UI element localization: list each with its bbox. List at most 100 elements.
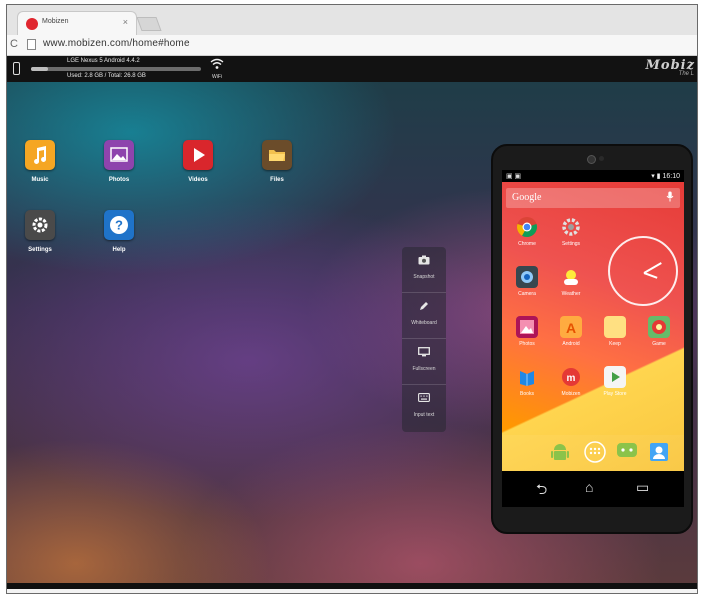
fullscreen-button[interactable]: Fullscreen [402,339,446,385]
storage-bar-fill [31,67,48,71]
whiteboard-button[interactable]: Whiteboard [402,293,446,339]
google-search-bar[interactable]: Google [506,188,680,208]
play-store-icon [604,366,626,388]
phone-app-label: Game [652,341,666,347]
phone-sensor [599,156,604,161]
status-left: ▣ ▣ [506,173,522,180]
phone-app-camera[interactable]: Camera [507,266,547,297]
phone-status-bar: ▣ ▣ ▾ ▮ 16:10 [502,170,684,182]
chrome-icon [516,216,538,238]
phone-app-label: Photos [519,341,535,347]
input-text-button[interactable]: Input text [402,385,446,431]
phone-app-label: Chrome [518,241,536,247]
phone-app-play-store[interactable]: Play Store [595,366,635,397]
phone-app-label: Play Store [603,391,627,397]
settings-icon [25,210,55,240]
phone-app-label: Mobizen [561,391,581,397]
phone-app-label: Camera [518,291,536,297]
mic-icon[interactable] [666,191,674,205]
tool-label: Fullscreen [412,366,436,372]
app-label: Photos [108,177,130,183]
phone-app-label: Keep [609,341,621,347]
app-label: Help [112,247,126,253]
phone-dock [502,435,684,471]
android-a-icon: A [560,316,582,338]
app-label: Videos [188,177,208,183]
videos-icon [183,140,213,170]
books-icon [516,366,538,388]
phone-app-game[interactable]: Game [639,316,679,347]
mobizen-favicon-icon [26,18,38,30]
mobizen-icon: m [560,366,582,388]
reload-icon[interactable]: C [10,38,18,50]
files-icon [262,140,292,170]
desktop-app-photos[interactable]: Photos [96,140,142,183]
new-tab-button[interactable] [136,17,162,31]
address-bar: C www.mobizen.com/home#home [7,35,697,56]
phone-app-settings[interactable]: Settings [551,216,591,247]
keyboard-icon [402,393,446,407]
desktop-app-settings[interactable]: Settings [17,210,63,253]
svg-text:A: A [566,320,576,336]
phone-app-label: Settings [561,241,581,247]
clock-widget[interactable] [608,236,678,306]
settings-icon [560,216,582,238]
phone-app-keep[interactable]: Keep [595,316,635,347]
phone-app-android[interactable]: A Android [551,316,591,347]
phone-app-label: Books [520,391,534,397]
monitor-icon [402,347,446,361]
contacts-icon[interactable] [648,441,670,468]
phone-camera [587,155,596,164]
home-icon[interactable]: ⌂ [585,479,593,495]
tool-label: Input text [413,412,435,418]
url-field[interactable]: www.mobizen.com/home#home [43,38,190,49]
phone-app-label: Android [562,341,580,347]
side-toolbar: Snapshot Whiteboard Fullscreen Input tex… [402,247,446,432]
recent-apps-icon[interactable]: ▭ [636,479,649,496]
page-icon [27,39,36,50]
phone-app-label: Weather [561,291,581,297]
device-icon [13,62,20,75]
wifi-icon [210,58,224,73]
phone-app-photos[interactable]: Photos [507,316,547,347]
browser-tab-bar: Mobizen × [7,5,697,35]
desktop-app-help[interactable]: ? Help [96,210,142,253]
phone-app-books[interactable]: Books [507,366,547,397]
phone-app-chrome[interactable]: Chrome [507,216,547,247]
phone-app-mobizen[interactable]: m Mobizen [551,366,591,397]
desktop-app-files[interactable]: Files [254,140,300,183]
photos-icon [104,140,134,170]
tool-label: Whiteboard [411,320,437,326]
clock-hour-hand [643,272,658,279]
tab-close-icon[interactable]: × [123,17,128,27]
snapshot-button[interactable]: Snapshot [402,247,446,293]
tab-title: Mobizen [42,18,69,25]
weather-icon [560,266,582,288]
app-drawer-icon[interactable] [583,440,607,469]
desktop-app-music[interactable]: Music [17,140,63,183]
music-icon [25,140,55,170]
status-right: ▾ ▮ 16:10 [651,173,680,180]
app-label: Files [270,177,284,183]
phone-screen[interactable]: ▣ ▣ ▾ ▮ 16:10 Google Chrome Settings Cam… [502,170,684,507]
app-label: Music [31,177,49,183]
browser-tab[interactable]: Mobizen × [17,11,137,35]
desktop-app-videos[interactable]: Videos [175,140,221,183]
phone-nav-bar: ⮌ ⌂ ▭ [502,471,684,507]
gallery-icon [516,316,538,338]
hangouts-icon[interactable] [616,442,638,467]
storage-text: Used: 2.8 GB / Total: 26.8 GB [67,73,146,79]
android-icon[interactable] [550,441,570,468]
camera-icon [516,266,538,288]
google-label: Google [512,192,542,203]
wifi-label: WiFi [212,74,222,80]
back-icon[interactable]: ⮌ [536,479,547,503]
screenshot-frame: Mobizen × C www.mobizen.com/home#home LG… [6,4,698,594]
pencil-icon [402,301,446,315]
device-model: LGE Nexus 5 Android 4.4.2 [67,58,140,64]
mobizen-top-bar: LGE Nexus 5 Android 4.4.2 Used: 2.8 GB /… [7,56,697,82]
phone-app-weather[interactable]: Weather [551,266,591,297]
tool-label: Snapshot [413,274,435,280]
phone-mirror: ▣ ▣ ▾ ▮ 16:10 Google Chrome Settings Cam… [491,144,693,534]
storage-bar [31,67,201,71]
